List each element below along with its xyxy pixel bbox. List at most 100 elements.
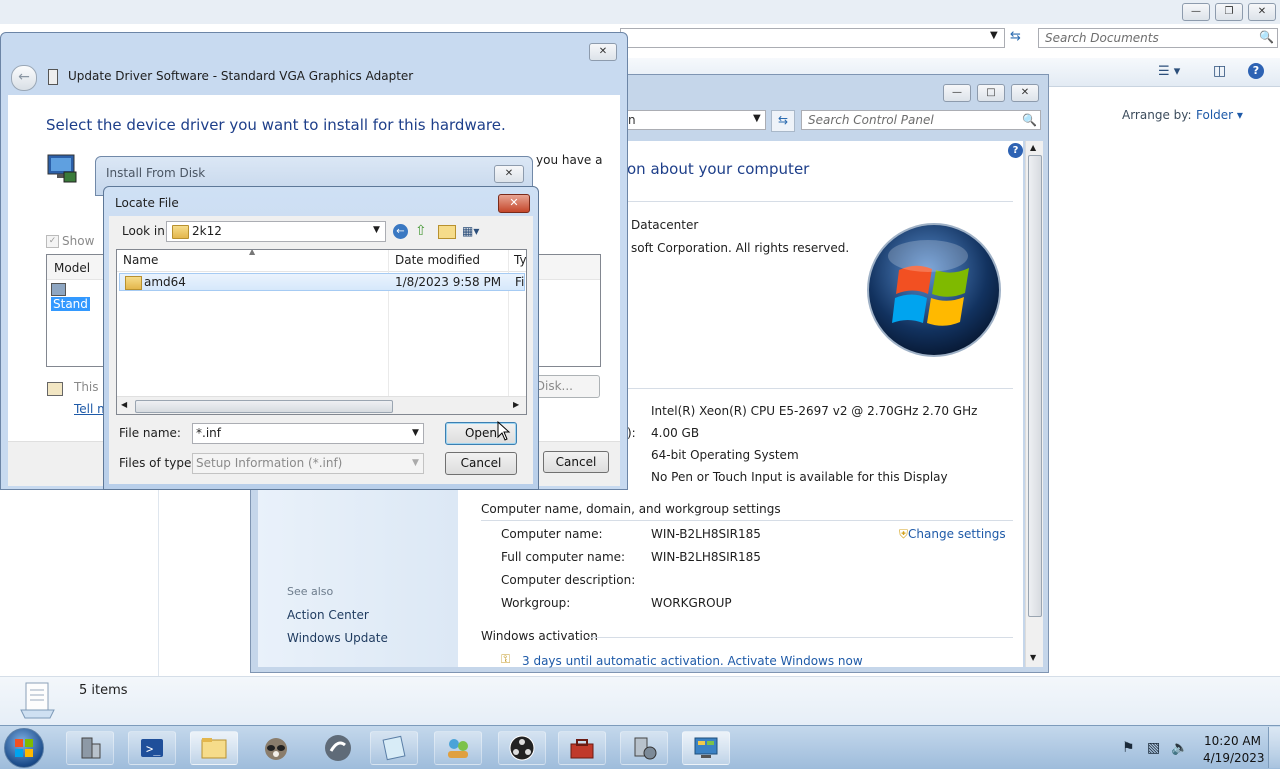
cp-action-center-link[interactable]: Action Center <box>287 608 369 622</box>
show-compatible-label: Show <box>62 234 95 248</box>
cp-section-divider <box>481 520 1013 521</box>
action-center-flag-icon[interactable]: ⚑ <box>1122 740 1135 756</box>
arrange-by-label: Arrange by: <box>1122 108 1192 122</box>
cp-close-button[interactable]: ✕ <box>1011 84 1039 102</box>
volume-icon[interactable]: 🔈 <box>1171 740 1188 756</box>
cp-heading: on about your computer <box>627 160 810 178</box>
file-list[interactable]: ▲ Name Date modified Ty amd64 1/8/2023 9… <box>116 249 527 415</box>
start-button[interactable] <box>4 728 44 768</box>
show-desktop-button[interactable] <box>1268 727 1280 768</box>
explorer-maximize-button[interactable]: ❐ <box>1215 3 1243 21</box>
cp-maximize-button[interactable]: □ <box>977 84 1005 102</box>
network-icon[interactable]: ▧ <box>1147 740 1160 756</box>
explorer-address-bar[interactable] <box>620 28 1005 48</box>
files-of-type-dropdown[interactable]: Setup Information (*.inf) ▼ <box>192 453 424 474</box>
cp-search-input[interactable]: Search Control Panel <box>801 110 1041 130</box>
update-driver-cancel-button[interactable]: Cancel <box>543 451 609 473</box>
look-in-dropdown[interactable]: 2k12 ▼ <box>166 221 386 242</box>
new-folder-icon[interactable] <box>438 225 456 239</box>
install-from-disk-title: Install From Disk <box>106 166 206 180</box>
back-button[interactable]: ← <box>11 65 37 91</box>
explorer-minimize-button[interactable]: — <box>1182 3 1210 21</box>
cp-address-bar[interactable]: n <box>621 110 766 130</box>
taskbar-obs-icon[interactable] <box>498 731 546 765</box>
col-date-header[interactable]: Date modified <box>395 253 480 267</box>
show-compatible-checkbox[interactable]: ✓ <box>46 235 59 248</box>
taskbar-powershell-icon[interactable]: >_ <box>128 731 176 765</box>
taskbar-clock-time[interactable]: 10:20 AM <box>1204 734 1261 748</box>
look-in-chevron-down-icon: ▼ <box>373 225 380 235</box>
cp-system-type: 64-bit Operating System <box>651 448 799 462</box>
scroll-left-icon[interactable]: ◀ <box>121 400 127 409</box>
help-icon[interactable]: ? <box>1248 63 1264 79</box>
cp-search-icon: 🔍 <box>1022 113 1037 127</box>
views-icon[interactable]: ☰ ▾ <box>1158 64 1180 79</box>
taskbar-clock-date[interactable]: 4/19/2023 <box>1203 751 1265 765</box>
locate-file-close-button[interactable]: ✕ <box>498 194 530 213</box>
explorer-address-dropdown-icon[interactable]: ▼ <box>990 30 998 41</box>
cp-memory-label: ): <box>627 426 636 440</box>
folder-icon <box>172 225 189 239</box>
scroll-up-icon[interactable]: ▲ <box>1030 143 1036 152</box>
arrange-by-dropdown[interactable]: Folder ▾ <box>1196 108 1243 122</box>
taskbar-toolbox-icon[interactable] <box>558 731 606 765</box>
cp-refresh-icon[interactable]: ⇆ <box>771 110 795 132</box>
file-row-amd64[interactable]: amd64 1/8/2023 9:58 PM Fi <box>119 273 525 291</box>
col-divider-2 <box>508 250 509 396</box>
explorer-close-button[interactable]: ✕ <box>1248 3 1276 21</box>
cp-workgroup-label: Workgroup: <box>501 596 571 610</box>
uac-shield-icon: ⛨ <box>899 527 909 541</box>
taskbar-device-manager-icon[interactable] <box>620 731 668 765</box>
update-driver-partial-text: you have a <box>536 153 603 167</box>
col-name-header[interactable]: Name <box>123 253 158 267</box>
model-item-selected[interactable]: Stand <box>51 282 101 311</box>
taskbar-server-manager-icon[interactable] <box>66 731 114 765</box>
preview-pane-icon[interactable]: ◫ <box>1213 63 1226 79</box>
locate-cancel-button[interactable]: Cancel <box>445 452 517 475</box>
cp-computer-section: Computer name, domain, and workgroup set… <box>481 502 781 516</box>
files-of-type-chevron-down-icon: ▼ <box>412 458 419 468</box>
file-row-type: Fi <box>515 275 525 289</box>
cp-help-icon[interactable]: ? <box>1008 143 1023 158</box>
taskbar-circle-app-icon[interactable] <box>314 731 362 765</box>
scroll-right-icon[interactable]: ▶ <box>513 400 519 409</box>
look-in-label: Look in: <box>122 224 169 238</box>
scroll-thumb[interactable] <box>1028 155 1042 617</box>
cp-computer-name-label: Computer name: <box>501 527 603 541</box>
file-name-input[interactable]: *.inf ▼ <box>192 423 424 444</box>
view-menu-icon[interactable]: ▦▾ <box>462 224 479 238</box>
explorer-refresh-icon[interactable]: ⇆ <box>1010 29 1021 44</box>
taskbar-control-panel-icon[interactable] <box>682 731 730 765</box>
update-driver-title: Update Driver Software - Standard VGA Gr… <box>68 69 414 83</box>
cp-windows-update-link[interactable]: Windows Update <box>287 631 388 645</box>
cp-change-settings-link[interactable]: ⛨Change settings <box>899 527 1006 542</box>
back-arrow-icon[interactable]: ← <box>393 224 408 239</box>
file-row-name: amd64 <box>144 275 186 289</box>
up-folder-icon[interactable]: ⇧ <box>415 223 427 239</box>
hscroll-thumb[interactable] <box>135 400 393 413</box>
cp-copyright: soft Corporation. All rights reserved. <box>631 241 850 255</box>
file-list-hscrollbar[interactable]: ◀ ▶ <box>117 396 526 414</box>
model-header[interactable]: Model <box>54 261 90 275</box>
col-divider-1 <box>388 250 389 396</box>
cp-minimize-button[interactable]: — <box>943 84 971 102</box>
install-from-disk-close-button[interactable]: ✕ <box>494 165 524 183</box>
file-name-value: *.inf <box>196 426 221 440</box>
taskbar-notepad-icon[interactable] <box>370 731 418 765</box>
status-item-count: 5 items <box>79 683 128 698</box>
signed-driver-text: This <box>74 380 99 394</box>
file-name-label: File name: <box>119 426 181 440</box>
explorer-search-input[interactable]: Search Documents <box>1038 28 1278 48</box>
cp-scrollbar[interactable]: ▲ ▼ <box>1025 141 1043 667</box>
taskbar-raccoon-icon[interactable] <box>252 731 300 765</box>
update-driver-close-button[interactable]: ✕ <box>589 43 617 61</box>
locate-file-title: Locate File <box>115 196 179 210</box>
col-type-header[interactable]: Ty <box>514 253 526 267</box>
cp-activation-link[interactable]: 3 days until automatic activation. Activ… <box>522 654 863 668</box>
cp-pen-touch: No Pen or Touch Input is available for t… <box>651 470 948 484</box>
taskbar-users-icon[interactable] <box>434 731 482 765</box>
taskbar-explorer-icon[interactable] <box>190 731 238 765</box>
file-name-chevron-down-icon[interactable]: ▼ <box>412 428 419 438</box>
scroll-down-icon[interactable]: ▼ <box>1030 653 1036 662</box>
cp-address-dropdown-icon[interactable]: ▼ <box>753 113 761 124</box>
